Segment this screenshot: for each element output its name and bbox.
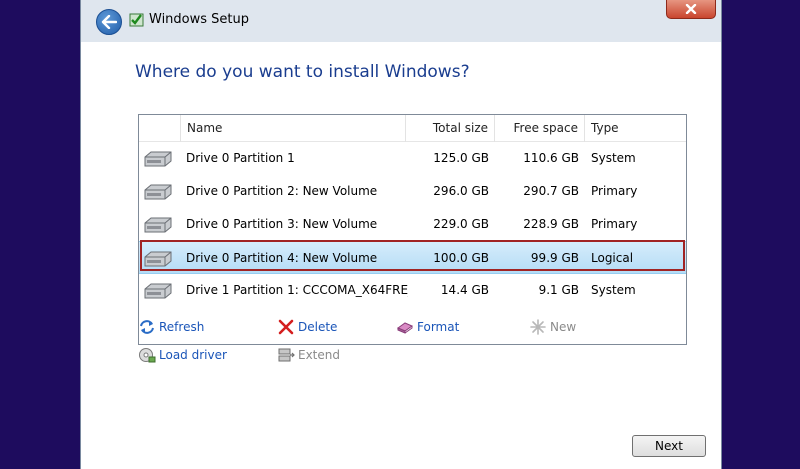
partition-name: Drive 0 Partition 3: New Volume <box>186 217 378 231</box>
refresh-icon <box>140 320 154 334</box>
hard-drive-icon <box>144 184 172 200</box>
close-button[interactable] <box>666 0 716 19</box>
partition-type: System <box>591 151 636 165</box>
table-header: Name Total size Free space Type <box>139 115 686 142</box>
extend-link[interactable]: Extend <box>277 346 340 364</box>
column-header-total-size[interactable]: Total size <box>405 115 494 142</box>
setup-content: Where do you want to install Windows? Na… <box>94 42 708 462</box>
partition-total-size: 125.0 GB <box>433 151 489 165</box>
partition-free-space: 110.6 GB <box>523 151 579 165</box>
table-row[interactable]: Drive 0 Partition 3: New Volume 229.0 GB… <box>139 208 686 241</box>
partition-total-size: 229.0 GB <box>433 217 489 231</box>
partition-type: Primary <box>591 217 638 231</box>
partition-free-space: 9.1 GB <box>538 283 579 297</box>
column-header-icon <box>139 115 180 142</box>
hard-drive-icon <box>144 151 172 167</box>
title-bar: Windows Setup <box>81 0 721 42</box>
column-header-type[interactable]: Type <box>584 115 686 142</box>
load-driver-label: Load driver <box>159 348 227 362</box>
page-title: Where do you want to install Windows? <box>135 62 470 82</box>
windows-setup-icon <box>129 13 144 27</box>
partition-free-space: 290.7 GB <box>523 184 579 198</box>
refresh-label: Refresh <box>159 320 205 334</box>
load-driver-icon <box>139 348 156 363</box>
partition-name: Drive 0 Partition 2: New Volume <box>186 184 378 198</box>
partition-name: Drive 1 Partition 1: CCCOMA_X64FRE_EN <box>186 283 408 297</box>
table-row-selected[interactable]: Drive 0 Partition 4: New Volume 100.0 GB… <box>139 241 686 274</box>
partition-type: Primary <box>591 184 638 198</box>
table-row[interactable]: Drive 1 Partition 1: CCCOMA_X64FRE_EN 14… <box>139 274 686 307</box>
window-title: Windows Setup <box>149 12 250 27</box>
close-icon <box>685 3 697 14</box>
setup-window: Windows Setup Where do you want to insta… <box>80 0 722 469</box>
column-header-free-space[interactable]: Free space <box>494 115 584 142</box>
partition-name: Drive 0 Partition 4: New Volume <box>186 251 378 265</box>
partition-free-space: 99.9 GB <box>530 251 579 265</box>
extend-icon <box>278 348 295 362</box>
delete-link[interactable]: Delete <box>277 318 337 336</box>
partition-table: Name Total size Free space Type Drive 0 … <box>138 114 687 345</box>
extend-label: Extend <box>298 348 340 362</box>
hard-drive-icon <box>144 217 172 233</box>
new-link[interactable]: New <box>529 318 576 336</box>
partition-total-size: 100.0 GB <box>433 251 489 265</box>
back-arrow-icon <box>101 15 117 29</box>
table-row[interactable]: Drive 0 Partition 1 125.0 GB 110.6 GB Sy… <box>139 142 686 175</box>
partition-total-size: 14.4 GB <box>440 283 489 297</box>
column-header-name[interactable]: Name <box>180 115 405 142</box>
new-label: New <box>550 320 577 334</box>
format-label: Format <box>417 320 460 334</box>
back-button[interactable] <box>96 9 122 35</box>
format-icon <box>396 322 414 334</box>
delete-icon <box>278 319 294 335</box>
format-link[interactable]: Format <box>396 318 459 336</box>
table-row[interactable]: Drive 0 Partition 2: New Volume 296.0 GB… <box>139 175 686 208</box>
hard-drive-icon <box>144 251 172 267</box>
next-button[interactable]: Next <box>632 435 706 457</box>
partition-type: Logical <box>591 251 634 265</box>
hard-drive-icon <box>144 283 172 299</box>
partition-total-size: 296.0 GB <box>433 184 489 198</box>
partition-name: Drive 0 Partition 1 <box>186 151 295 165</box>
delete-label: Delete <box>298 320 338 334</box>
partition-type: System <box>591 283 636 297</box>
partition-free-space: 228.9 GB <box>523 217 579 231</box>
load-driver-link[interactable]: Load driver <box>138 346 227 364</box>
new-icon <box>530 319 546 335</box>
refresh-link[interactable]: Refresh <box>138 318 204 336</box>
